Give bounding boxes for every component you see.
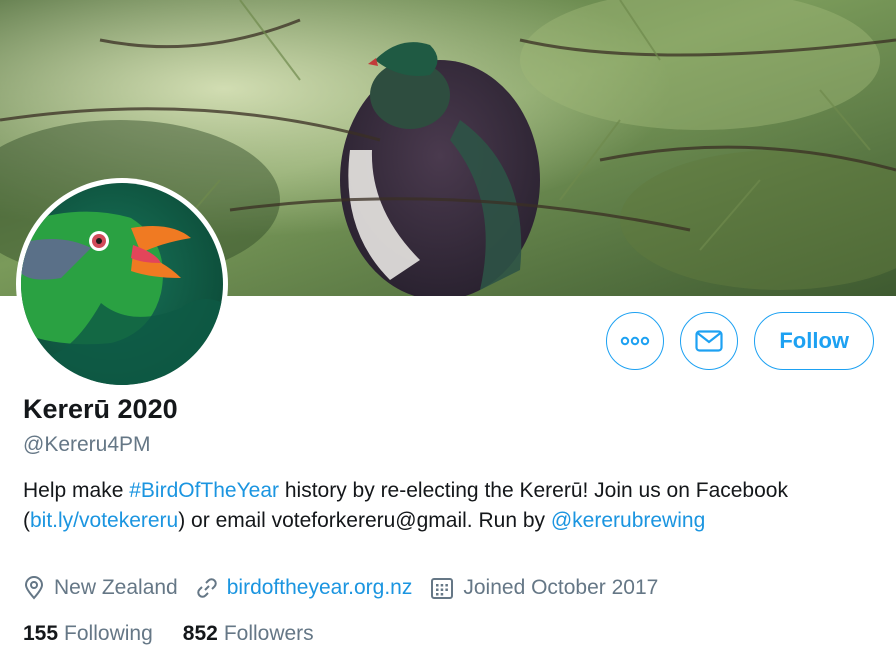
location-pin-icon xyxy=(24,576,44,600)
envelope-icon xyxy=(695,330,723,352)
following-link[interactable]: 155 Following xyxy=(23,622,153,646)
joined-item: Joined October 2017 xyxy=(430,576,658,600)
following-count: 155 xyxy=(23,622,59,645)
profile-stats: 155 Following 852 Followers xyxy=(23,622,344,646)
followers-link[interactable]: 852 Followers xyxy=(183,622,314,646)
profile-actions: Follow xyxy=(606,312,874,370)
follow-button[interactable]: Follow xyxy=(754,312,874,370)
display-name: Kererū 2020 xyxy=(23,394,178,424)
message-button[interactable] xyxy=(680,312,739,370)
profile-avatar[interactable] xyxy=(16,178,228,390)
more-icon xyxy=(621,336,650,346)
followers-label: Followers xyxy=(223,622,314,645)
link-icon xyxy=(197,578,217,598)
followers-count: 852 xyxy=(182,622,218,645)
location-item: New Zealand xyxy=(23,576,178,600)
bio-hashtag-link[interactable]: #BirdOfTheYear xyxy=(129,479,279,502)
following-label: Following xyxy=(64,622,153,645)
website-item: birdoftheyear.org.nz xyxy=(196,576,413,600)
bio-text: Help make xyxy=(23,479,130,502)
location-text: New Zealand xyxy=(54,576,178,599)
more-button[interactable] xyxy=(606,312,665,370)
profile-bio: Help make #BirdOfTheYear history by re-e… xyxy=(23,476,883,536)
website-link[interactable]: birdoftheyear.org.nz xyxy=(227,576,413,600)
joined-text: Joined October 2017 xyxy=(463,576,659,599)
calendar-icon xyxy=(431,578,454,599)
bio-mention-link[interactable]: @kererubrewing xyxy=(551,509,705,532)
profile-meta: New Zealand birdoftheyear.org.nz Joined … xyxy=(23,576,676,600)
avatar-image xyxy=(21,183,223,385)
bio-text: ) or email voteforkereru@gmail. Run by xyxy=(178,509,551,532)
user-handle: @Kereru4PM xyxy=(23,433,151,456)
bio-url-link[interactable]: bit.ly/votekereru xyxy=(30,509,178,532)
